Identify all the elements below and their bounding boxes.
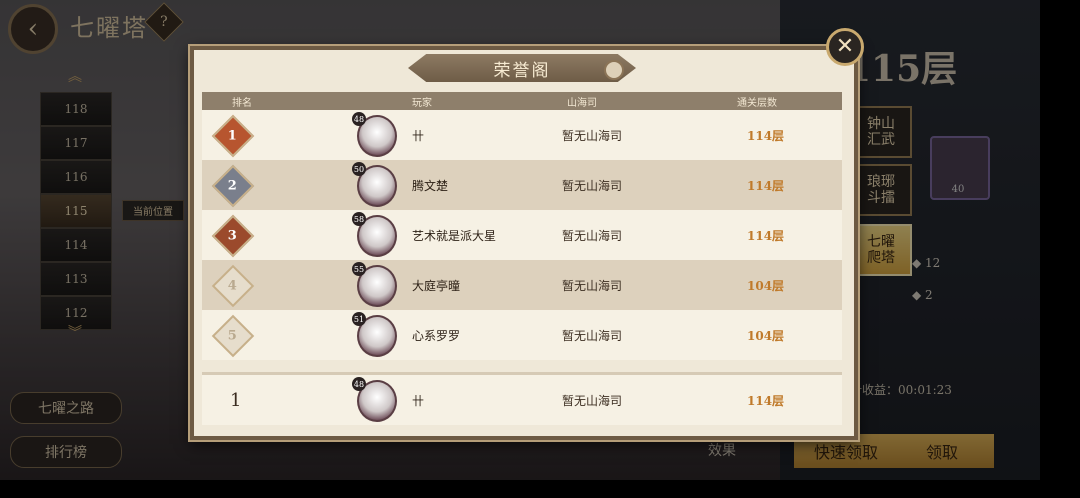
col-sh-header: 山海司 bbox=[567, 97, 597, 109]
shanhai-guild: 暂无山海司 bbox=[562, 178, 623, 193]
level-badge: 48 bbox=[352, 377, 366, 391]
cleared-floor: 114层 bbox=[747, 393, 785, 408]
player-name: 艺术就是派大星 bbox=[412, 228, 497, 243]
modal-title: 荣誉阁 bbox=[408, 54, 636, 82]
level-badge: 58 bbox=[352, 212, 366, 226]
close-icon[interactable]: ✕ bbox=[826, 28, 864, 66]
player-name: 卄 bbox=[412, 393, 425, 408]
cleared-floor: 114层 bbox=[747, 128, 785, 143]
shanhai-guild: 暂无山海司 bbox=[562, 278, 623, 293]
shanhai-guild: 暂无山海司 bbox=[562, 128, 623, 143]
rank-badge: 4 bbox=[211, 264, 255, 308]
rank-badge: 2 bbox=[211, 164, 255, 208]
honor-modal: 荣誉阁 排名 玩家 山海司 通关层数 1 48 卄 暂无山海司 114层 2 5… bbox=[190, 46, 858, 440]
rank-badge: 1 bbox=[211, 114, 255, 158]
player-name: 腾文楚 bbox=[412, 178, 449, 193]
table-row[interactable]: 3 58 艺术就是派大星 暂无山海司 114层 bbox=[202, 210, 842, 260]
cleared-floor: 114层 bbox=[747, 178, 785, 193]
shanhai-guild: 暂无山海司 bbox=[562, 228, 623, 243]
level-badge: 50 bbox=[352, 162, 366, 176]
title-ornament-icon bbox=[604, 60, 624, 80]
table-row[interactable]: 5 51 心系罗罗 暂无山海司 104层 bbox=[202, 310, 842, 360]
col-rank-header: 排名 bbox=[232, 97, 252, 109]
shanhai-guild: 暂无山海司 bbox=[562, 393, 623, 408]
table-header: 排名 玩家 山海司 通关层数 bbox=[202, 92, 842, 110]
table-row[interactable]: 4 55 大庭亭曈 暂无山海司 104层 bbox=[202, 260, 842, 310]
my-rank-row[interactable]: 1 48 卄 暂无山海司 114层 bbox=[202, 372, 842, 425]
level-badge: 55 bbox=[352, 262, 366, 276]
cleared-floor: 114层 bbox=[747, 228, 785, 243]
level-badge: 48 bbox=[352, 112, 366, 126]
col-floor-header: 通关层数 bbox=[737, 97, 777, 109]
player-name: 大庭亭曈 bbox=[412, 278, 461, 293]
col-player-header: 玩家 bbox=[412, 97, 432, 109]
cleared-floor: 104层 bbox=[747, 328, 785, 343]
table-row[interactable]: 1 48 卄 暂无山海司 114层 bbox=[202, 110, 842, 160]
cleared-floor: 104层 bbox=[747, 278, 785, 293]
player-name: 卄 bbox=[412, 128, 425, 143]
rank-badge: 3 bbox=[211, 214, 255, 258]
shanhai-guild: 暂无山海司 bbox=[562, 328, 623, 343]
rank-badge: 5 bbox=[211, 314, 255, 358]
my-rank: 1 bbox=[230, 389, 242, 411]
player-name: 心系罗罗 bbox=[412, 328, 461, 343]
level-badge: 51 bbox=[352, 312, 366, 326]
table-row[interactable]: 2 50 腾文楚 暂无山海司 114层 bbox=[202, 160, 842, 210]
